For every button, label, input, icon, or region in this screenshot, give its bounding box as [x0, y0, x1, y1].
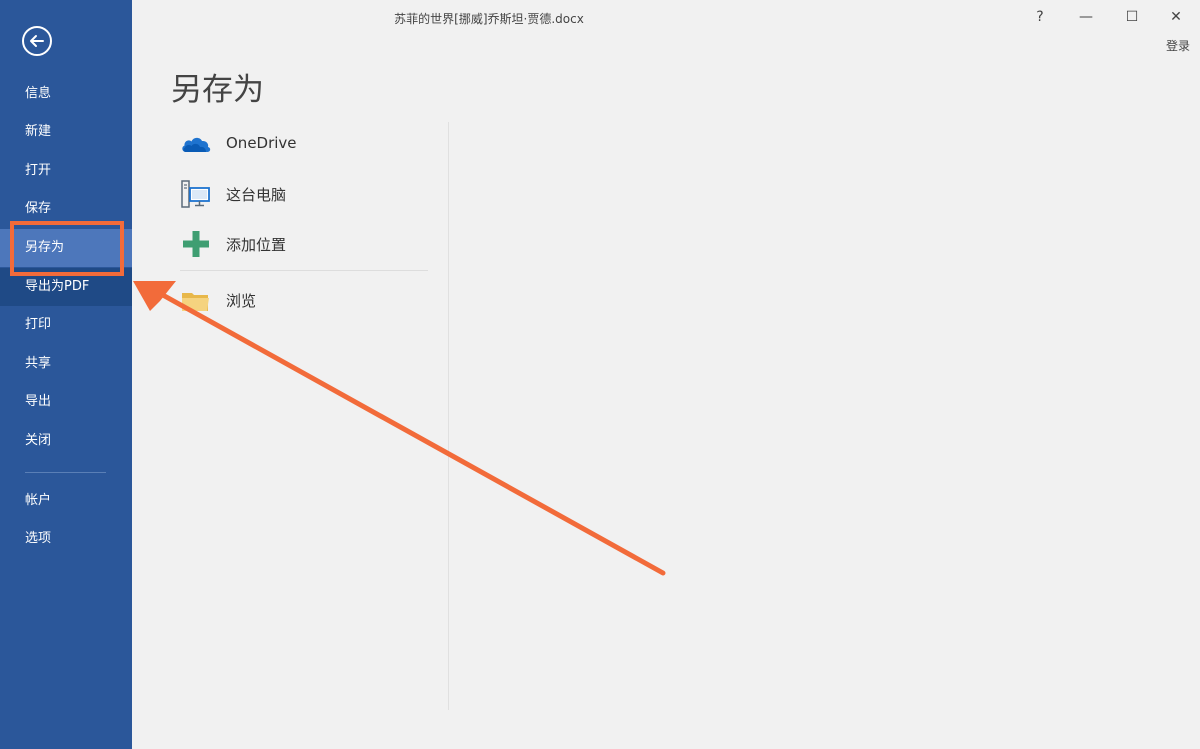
annotation-arrow — [133, 281, 666, 576]
